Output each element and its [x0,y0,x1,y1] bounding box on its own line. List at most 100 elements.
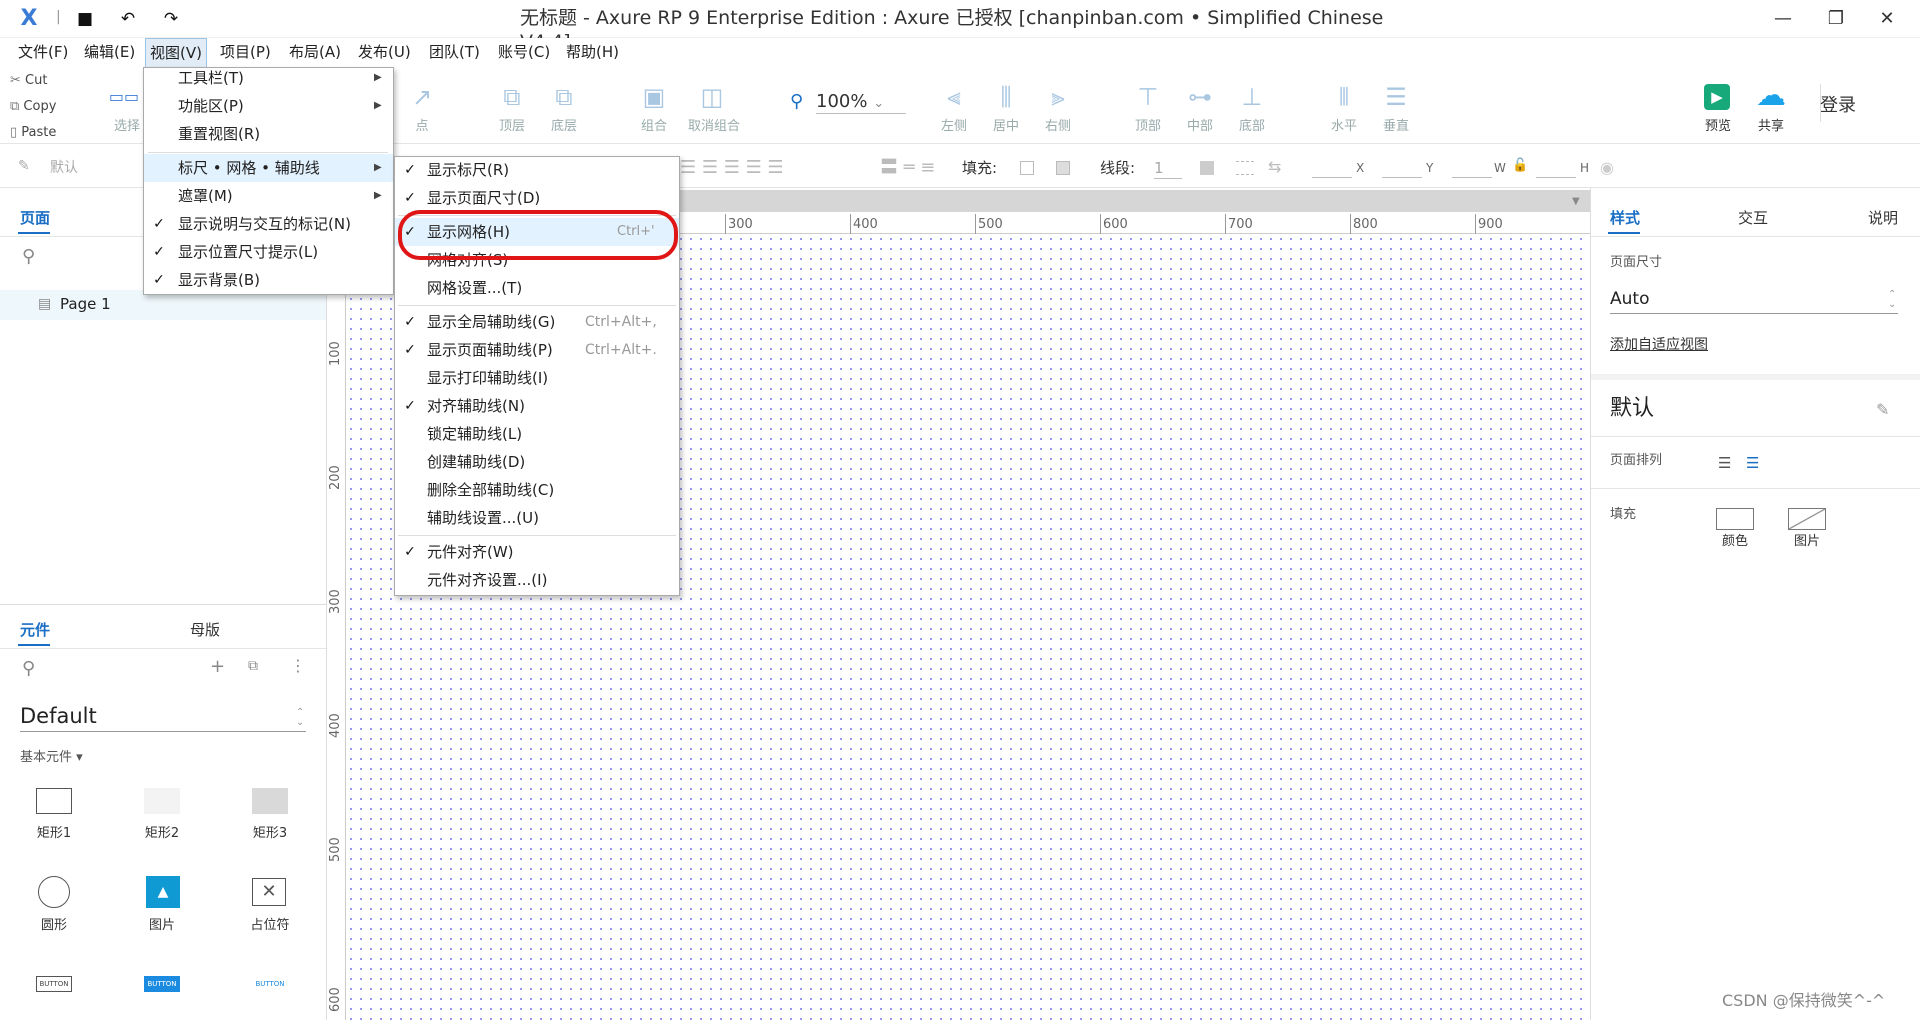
add-library-icon[interactable]: + [210,656,230,677]
minimize-button[interactable]: — [1770,8,1796,30]
circle-widget[interactable] [38,876,70,908]
stroke-pattern-icon[interactable] [1236,161,1254,175]
menu-item-show-notes-markers[interactable]: ✓ 显示说明与交互的标记(N) [144,210,393,238]
fill-shadow-swatch[interactable] [1056,161,1070,175]
group-icon[interactable]: ▣ [636,82,672,112]
tab-interactions[interactable]: 交互 [1738,206,1768,230]
menu-file[interactable]: 文件(F) [14,38,72,68]
zoom-select[interactable]: 100% ⌄ [816,90,906,114]
h-input[interactable] [1536,160,1576,178]
submenu-show-page-guides[interactable]: ✓ 显示页面辅助线(P) Ctrl+Alt+. [395,336,679,364]
cut-button[interactable]: ✂ Cut [10,70,47,92]
align-top-icon[interactable]: ⊤ [1130,82,1166,112]
redo-icon[interactable]: ↷ [160,9,182,29]
submenu-lock-guides[interactable]: 锁定辅助线(L) [395,420,679,448]
tab-widgets[interactable]: 元件 [20,618,50,642]
text-align-icons[interactable]: ☰ ☰ ☰ ☰ ☰ [680,158,784,178]
style-default[interactable]: 默认 [50,158,78,178]
login-button[interactable]: 登录 [1820,94,1870,118]
library-copy-icon[interactable]: ⧉ [248,658,268,678]
close-button[interactable]: ✕ [1874,8,1900,30]
menu-item-rulers-grid-guides[interactable]: 标尺 • 网格 • 辅助线 ▶ [144,154,393,182]
primary-button-widget[interactable]: BUTTON [144,976,180,992]
distribute-vertical-icon[interactable]: ☰ [1378,82,1414,112]
align-right-icon[interactable]: ⫸ [1040,82,1076,112]
menu-item-masks[interactable]: 遮罩(M) ▶ [144,182,393,210]
stroke-color-swatch[interactable] [1200,161,1214,175]
save-icon[interactable]: ■ [74,9,96,29]
submenu-snap-to-guides[interactable]: ✓ 对齐辅助线(N) [395,392,679,420]
menu-team[interactable]: 团队(T) [425,38,484,68]
list-icons[interactable]: 〓 ═ ≡ [880,158,935,178]
widget-category[interactable]: 基本元件 ▾ [20,746,83,765]
w-input[interactable] [1452,160,1492,178]
submenu-snap-to-widgets[interactable]: ✓ 元件对齐(W) [395,538,679,566]
menu-item-show-background[interactable]: ✓ 显示背景(B) [144,266,393,294]
submenu-create-guides[interactable]: 创建辅助线(D) [395,448,679,476]
undo-icon[interactable]: ↶ [117,9,139,29]
menu-help[interactable]: 帮助(H) [562,38,623,68]
fill-image-picker[interactable] [1788,508,1826,530]
visibility-eye-icon[interactable]: ◉ [1600,158,1620,178]
preview-play-icon[interactable]: ▶ [1704,84,1730,110]
style-edit-icon-right[interactable]: ✎ [1876,400,1896,420]
x-input[interactable] [1312,160,1352,178]
tab-pages[interactable]: 页面 [20,206,50,230]
placeholder-widget-icon[interactable]: ✕ [252,878,286,906]
rectangle3-widget[interactable] [252,788,288,814]
align-left-page-icon[interactable]: ☰ [1718,454,1738,472]
rectangle1-widget[interactable] [36,788,72,814]
widget-search-icon[interactable]: ⚲ [22,658,42,679]
tab-masters[interactable]: 母版 [190,618,220,642]
page-size-select[interactable]: Auto [1610,286,1898,314]
library-select[interactable]: Default [20,700,306,732]
button-widget[interactable]: BUTTON [36,976,72,992]
align-middle-icon[interactable]: ⊶ [1182,82,1218,112]
fill-color-swatch[interactable] [1020,161,1034,175]
select-tool-icon[interactable]: ▭▭ [106,82,142,112]
tab-notes[interactable]: 说明 [1868,206,1898,230]
point-tool-icon[interactable]: ↗ [404,82,440,112]
ungroup-icon[interactable]: ◫ [694,82,730,112]
submenu-delete-all-guides[interactable]: 删除全部辅助线(C) [395,476,679,504]
submenu-show-print-guides[interactable]: 显示打印辅助线(I) [395,364,679,392]
cloud-share-icon[interactable]: ☁ [1752,81,1790,111]
copy-button[interactable]: ⧉ Copy [10,96,56,118]
menu-item-toolbar[interactable]: 工具栏(T) ▶ [144,64,393,92]
y-input[interactable] [1382,160,1422,178]
menu-account[interactable]: 账号(C) [494,38,554,68]
align-bottom-icon[interactable]: ⊥ [1234,82,1270,112]
align-left-icon[interactable]: ⫷ [936,82,972,112]
menu-item-ribbon[interactable]: 功能区(P) ▶ [144,92,393,120]
submenu-grid-settings[interactable]: 网格设置...(T) [395,274,679,302]
ruler-vertical[interactable] [328,212,346,1020]
menu-item-show-position-hints[interactable]: ✓ 显示位置尺寸提示(L) [144,238,393,266]
paste-button[interactable]: ▯ Paste [10,122,56,144]
submenu-guide-settings[interactable]: 辅助线设置...(U) [395,504,679,532]
fill-color-picker[interactable] [1716,508,1754,530]
submenu-show-rulers[interactable]: ✓ 显示标尺(R) [395,156,679,184]
align-center-page-icon[interactable]: ☰ [1746,454,1766,472]
restore-button[interactable]: ❐ [1823,8,1849,30]
submenu-show-global-guides[interactable]: ✓ 显示全局辅助线(G) Ctrl+Alt+, [395,308,679,336]
tab-dropdown-icon[interactable]: ▼ [1572,196,1584,207]
rectangle2-widget[interactable] [144,788,180,814]
link-button-widget[interactable]: BUTTON [252,976,288,992]
stroke-width-input[interactable]: 1 [1154,158,1182,179]
submenu-show-page-size[interactable]: ✓ 显示页面尺寸(D) [395,184,679,212]
lock-icon[interactable]: 🔓 [1512,158,1528,176]
image-widget-icon[interactable]: ▲ [146,876,180,908]
style-edit-icon[interactable]: ✎ [18,158,38,178]
add-adaptive-view-link[interactable]: 添加自适应视图 [1610,336,1708,354]
align-center-icon[interactable]: ⫼ [988,82,1024,112]
tab-style[interactable]: 样式 [1610,206,1640,230]
menu-edit[interactable]: 编辑(E) [80,38,139,68]
more-options-icon[interactable]: ⋮ [290,656,306,676]
submenu-widget-snap-settings[interactable]: 元件对齐设置...(I) [395,566,679,594]
distribute-horizontal-icon[interactable]: ⦀ [1326,82,1362,112]
bring-top-icon[interactable]: ⧉ [494,82,530,112]
arrow-style-icon[interactable]: ⇆ [1268,157,1288,177]
search-icon[interactable]: ⚲ [22,246,42,267]
panel-splitter[interactable] [0,604,326,605]
send-bottom-icon[interactable]: ⧉ [546,82,582,112]
